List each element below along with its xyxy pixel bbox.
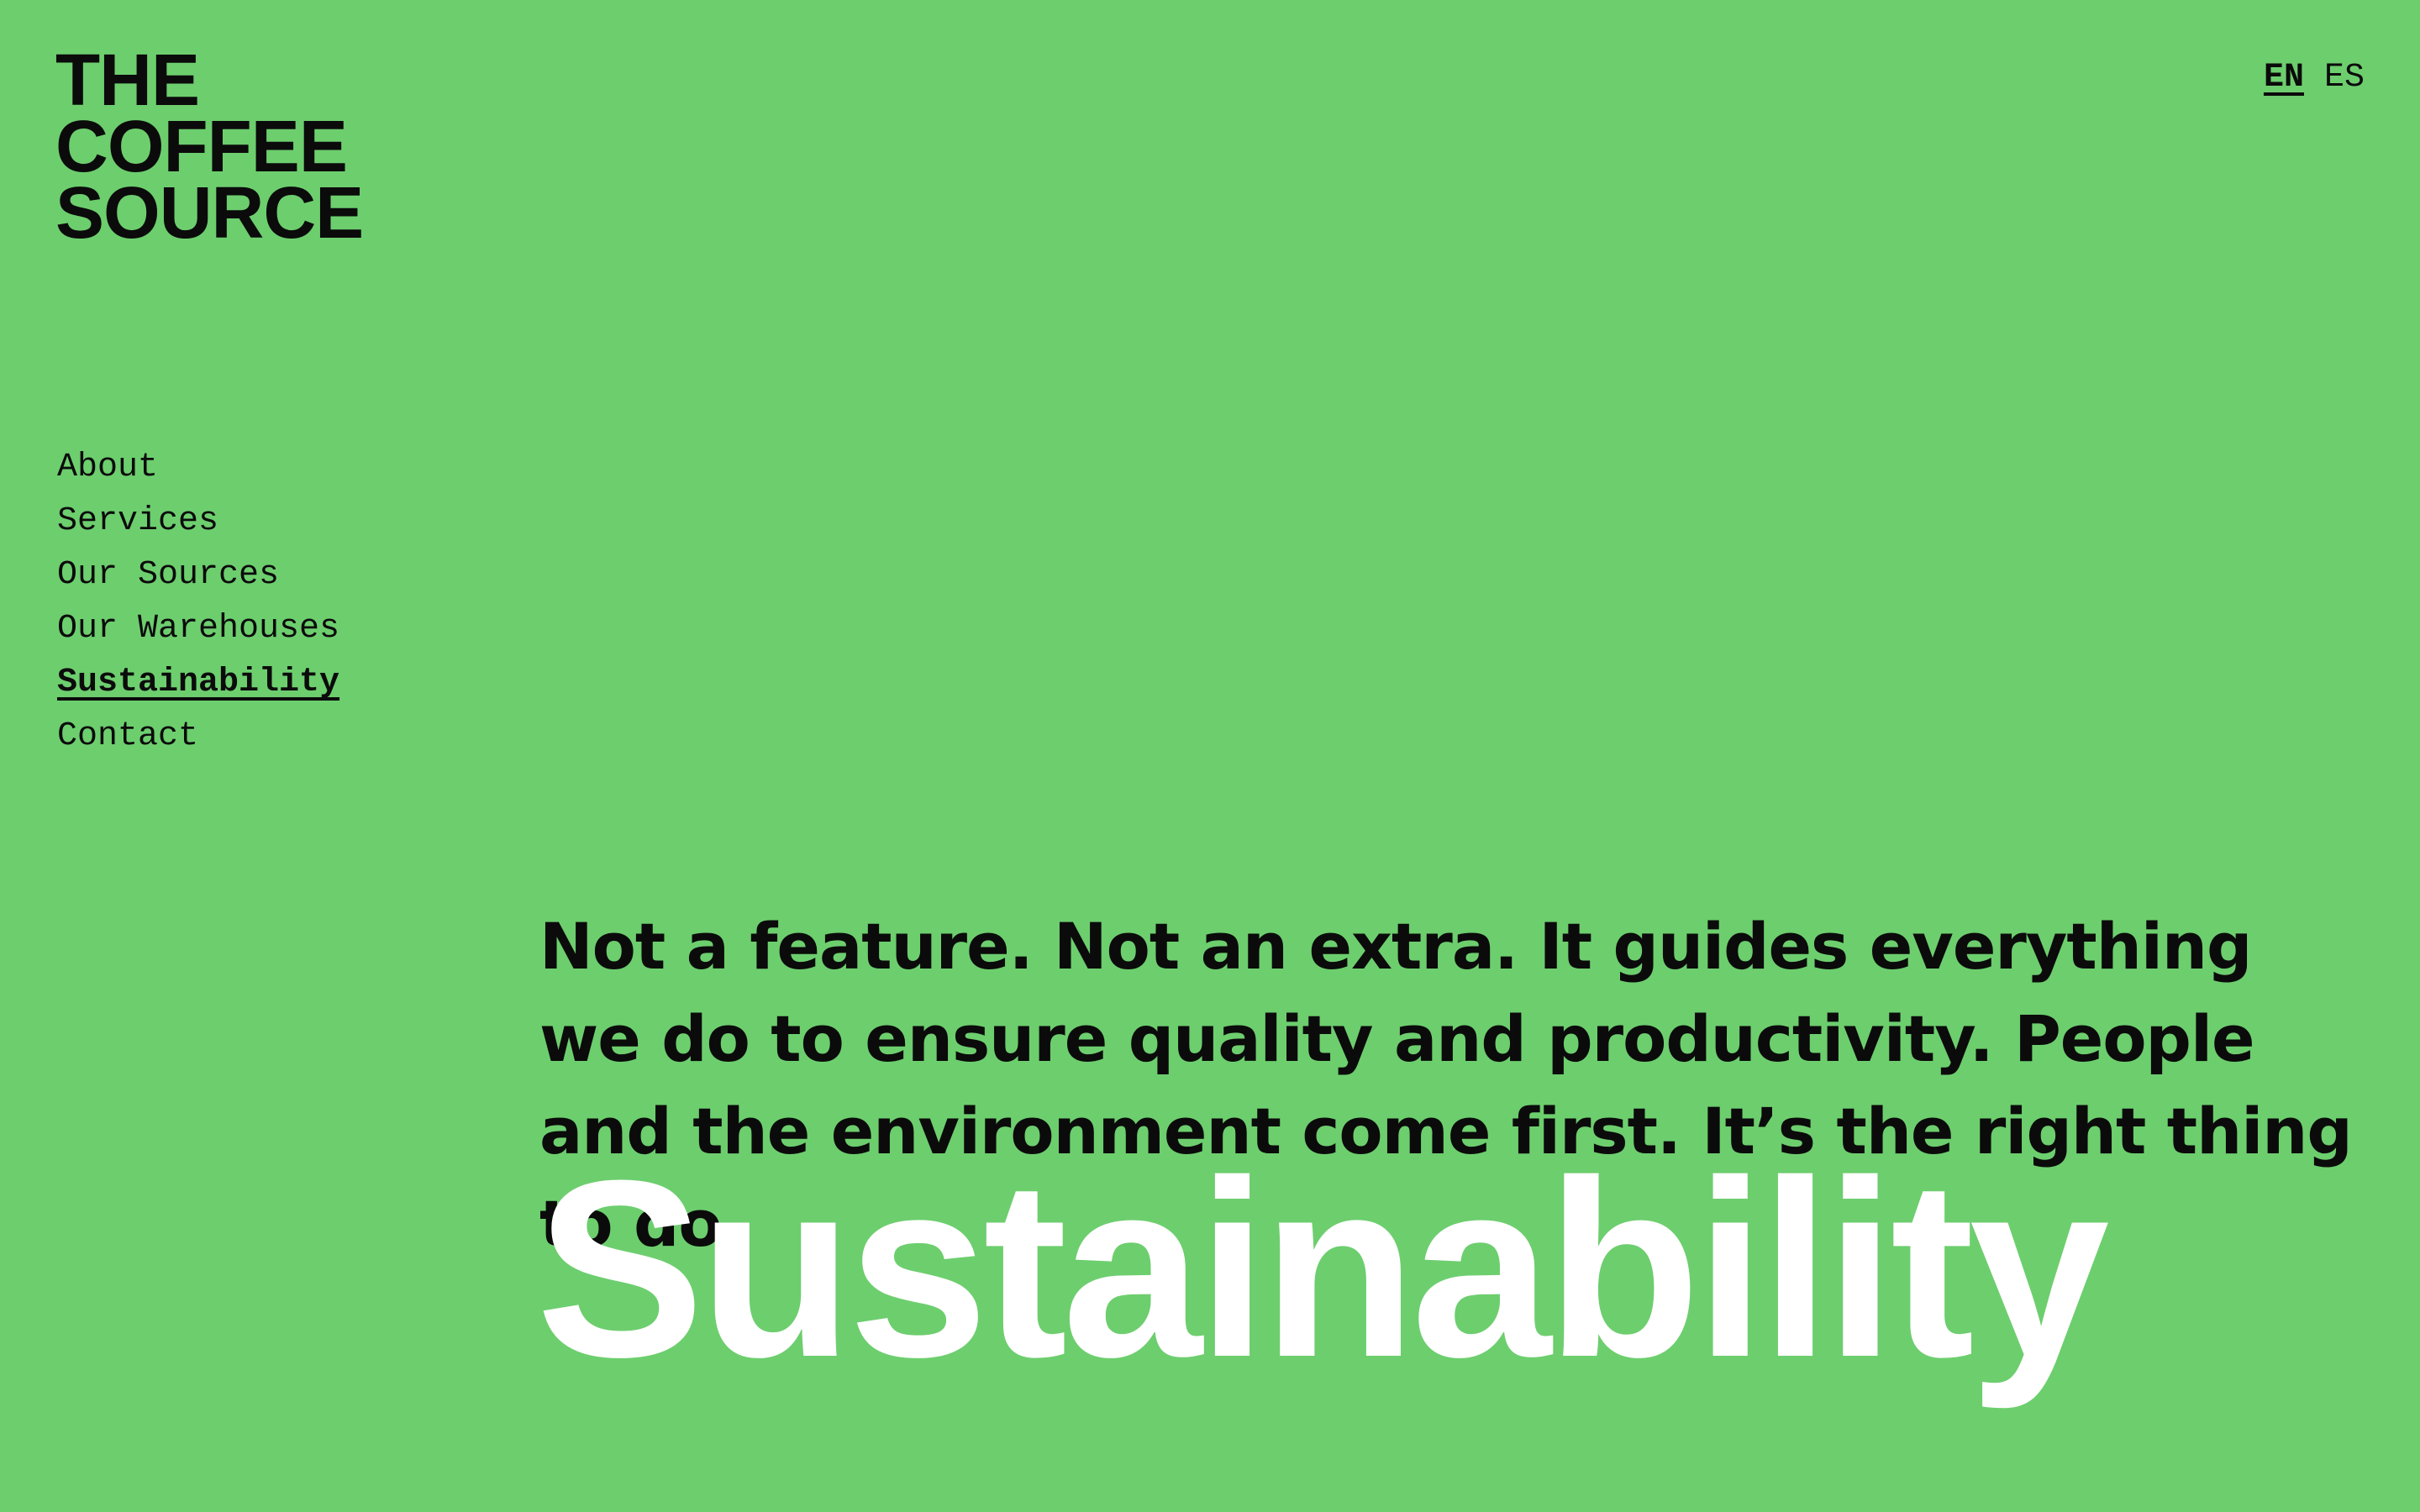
site-logo[interactable]: THE COFFEE SOURCE xyxy=(55,39,364,254)
nav-item-our-sources: Our Sources xyxy=(57,549,339,602)
nav-item-services: Services xyxy=(57,495,339,549)
nav-link-our-sources[interactable]: Our Sources xyxy=(57,556,279,594)
logo-line-3: SOURCE xyxy=(55,172,364,254)
logo-line-1: THE xyxy=(55,39,200,121)
nav-item-our-warehouses: Our Warehouses xyxy=(57,602,339,656)
language-en-link[interactable]: EN xyxy=(2264,57,2304,99)
nav-link-sustainability[interactable]: Sustainability xyxy=(57,664,339,701)
logo-line-2: COFFEE xyxy=(55,106,348,187)
nav-link-services[interactable]: Services xyxy=(57,502,218,540)
main-nav: About Services Our Sources Our Warehouse… xyxy=(57,441,339,764)
nav-item-contact: Contact xyxy=(57,710,339,764)
nav-link-our-warehouses[interactable]: Our Warehouses xyxy=(57,610,339,648)
nav-item-sustainability: Sustainability xyxy=(57,656,339,710)
language-es-link[interactable]: ES xyxy=(2324,57,2365,99)
nav-link-contact[interactable]: Contact xyxy=(57,717,198,755)
language-switcher: EN ES xyxy=(2264,57,2365,99)
nav-link-about[interactable]: About xyxy=(57,449,158,486)
nav-item-about: About xyxy=(57,441,339,495)
page-title: Sustainability xyxy=(536,1127,2109,1410)
